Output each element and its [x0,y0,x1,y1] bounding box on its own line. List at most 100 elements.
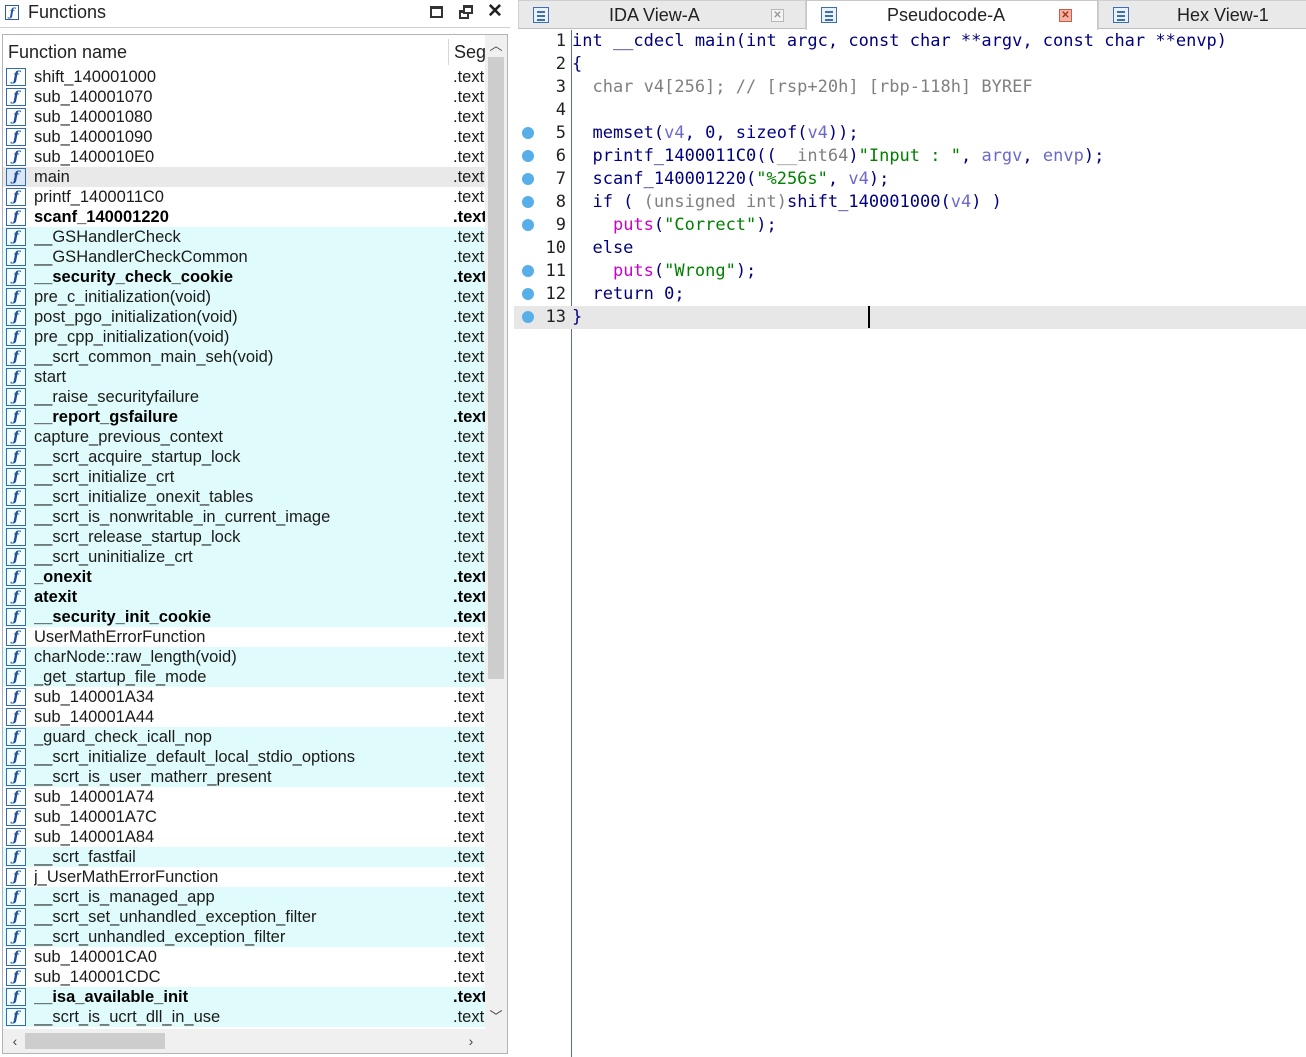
column-segment[interactable]: Seg [454,42,486,63]
function-row[interactable]: ƒ sub_140001A84 .text [3,827,485,847]
vertical-scroll-thumb[interactable] [488,57,504,679]
scroll-right-icon[interactable]: › [461,1031,481,1051]
function-row[interactable]: ƒ sub_140001080 .text [3,107,485,127]
code-token: else [572,238,634,258]
code-line[interactable]: 1 int __cdecl main(int argc, const char *… [514,30,1306,53]
tab-hex-view[interactable]: Hex View-1 [1098,0,1306,29]
breakpoint-dot-icon[interactable] [522,173,534,185]
function-row[interactable]: ƒ sub_140001A74 .text [3,787,485,807]
function-row[interactable]: ƒ __scrt_initialize_default_local_stdio_o… [3,747,485,767]
function-row[interactable]: ƒ pre_c_initialization(void) .text [3,287,485,307]
function-row[interactable]: ƒ __isa_available_init .text [3,987,485,1007]
scroll-up-icon[interactable]: ︿ [485,36,507,56]
function-row[interactable]: ƒ __security_init_cookie .text [3,607,485,627]
function-row[interactable]: ƒ sub_140001A44 .text [3,707,485,727]
function-row[interactable]: ƒ UserMathErrorFunction .text [3,627,485,647]
code-line[interactable]: 2{ [514,53,1306,76]
column-divider[interactable] [448,39,449,65]
function-row[interactable]: ƒ charNode::raw_length(void) .text [3,647,485,667]
code-line[interactable]: 10 else [514,237,1306,260]
code-line[interactable]: 3 char v4[256]; // [rsp+20h] [rbp-118h] … [514,76,1306,99]
function-row[interactable]: ƒ start .text [3,367,485,387]
close-tab-icon[interactable]: ✕ [771,9,784,22]
function-row[interactable]: ƒ __scrt_initialize_crt .text [3,467,485,487]
function-row[interactable]: ƒ __scrt_fastfail .text [3,847,485,867]
breakpoint-dot-icon[interactable] [522,288,534,300]
breakpoint-dot-icon[interactable] [522,311,534,323]
function-row[interactable]: ƒ _get_startup_file_mode .text [3,667,485,687]
function-row[interactable]: ƒ sub_140001A34 .text [3,687,485,707]
close-panel-button[interactable]: ✕ [486,2,504,22]
function-name: __security_check_cookie [34,268,234,286]
function-row[interactable]: ƒ __scrt_is_managed_app .text [3,887,485,907]
function-row[interactable]: ƒ __scrt_initialize_onexit_tables .text [3,487,485,507]
code-text: char v4[256]; // [rsp+20h] [rbp-118h] BY… [572,77,1032,97]
function-name: sub_140001A44 [34,708,155,726]
function-icon: ƒ [6,668,26,686]
function-row[interactable]: ƒ __GSHandlerCheck .text [3,227,485,247]
function-row[interactable]: ƒ scanf_140001220 .text [3,207,485,227]
function-row[interactable]: ƒ _onexit .text [3,567,485,587]
scroll-down-icon[interactable]: ﹀ [485,1007,507,1027]
function-row[interactable]: ƒ atexit .text [3,587,485,607]
maximize-button[interactable] [428,4,446,22]
function-icon: ƒ [6,308,26,326]
function-row[interactable]: ƒ post_pgo_initialization(void) .text [3,307,485,327]
function-row[interactable]: ƒ sub_140001090 .text [3,127,485,147]
function-row[interactable]: ƒ j_UserMathErrorFunction .text [3,867,485,887]
function-row[interactable]: ƒ capture_previous_context .text [3,427,485,447]
pseudocode-editor[interactable]: 1 int __cdecl main(int argc, const char *… [514,30,1306,1057]
functions-title-bar[interactable]: ƒ Functions ✕ [0,0,510,28]
function-row[interactable]: ƒ __scrt_release_startup_lock .text [3,527,485,547]
close-tab-icon[interactable]: ✕ [1059,9,1072,22]
function-row[interactable]: ƒ shift_140001000 .text [3,67,485,87]
scroll-left-icon[interactable]: ‹ [5,1031,25,1051]
code-line[interactable]: 5 memset(v4, 0, sizeof(v4)); [514,122,1306,145]
function-row[interactable]: ƒ __scrt_common_main_seh(void) .text [3,347,485,367]
horizontal-scroll-thumb[interactable] [25,1033,165,1049]
function-row[interactable]: ƒ sub_140001CA0 .text [3,947,485,967]
function-row[interactable]: ƒ printf_1400011C0 .text [3,187,485,207]
function-segment: .text [453,148,485,166]
vertical-scrollbar[interactable]: ︿ ﹀ [485,35,507,1029]
function-row[interactable]: ƒ pre_cpp_initialization(void) .text [3,327,485,347]
function-row[interactable]: ƒ __scrt_uninitialize_crt .text [3,547,485,567]
function-row[interactable]: ƒ __GSHandlerCheckCommon .text [3,247,485,267]
function-row[interactable]: ƒ __scrt_set_unhandled_exception_filter .t… [3,907,485,927]
tab-pseudocode[interactable]: Pseudocode-A ✕ [806,0,1098,30]
code-line[interactable]: 13} [514,306,1306,329]
function-row[interactable]: ƒ __raise_securityfailure .text [3,387,485,407]
code-line[interactable]: 6 printf_1400011C0((__int64)"Input : ", … [514,145,1306,168]
breakpoint-dot-icon[interactable] [522,219,534,231]
column-function-name[interactable]: Function name [8,42,127,63]
code-line[interactable]: 7 scanf_140001220("%256s", v4); [514,168,1306,191]
function-segment: .text [453,588,485,606]
horizontal-scrollbar[interactable]: ‹ › [3,1029,485,1053]
function-row[interactable]: ƒ main .text [3,167,485,187]
function-row[interactable]: ƒ __scrt_is_user_matherr_present .text [3,767,485,787]
function-row[interactable]: ƒ sub_1400010E0 .text [3,147,485,167]
function-row[interactable]: ƒ _guard_check_icall_nop .text [3,727,485,747]
function-row[interactable]: ƒ sub_140001A7C .text [3,807,485,827]
breakpoint-dot-icon[interactable] [522,150,534,162]
breakpoint-dot-icon[interactable] [522,196,534,208]
function-row[interactable]: ƒ sub_140001070 .text [3,87,485,107]
float-window-button[interactable] [458,4,476,22]
function-row[interactable]: ƒ __security_check_cookie .text [3,267,485,287]
code-line[interactable]: 9 puts("Correct"); [514,214,1306,237]
function-row[interactable]: ƒ __scrt_acquire_startup_lock .text [3,447,485,467]
function-row[interactable]: ƒ sub_140001CDC .text [3,967,485,987]
code-line[interactable]: 8 if ( (unsigned int)shift_140001000(v4)… [514,191,1306,214]
breakpoint-dot-icon[interactable] [522,127,534,139]
code-token: return 0; [572,284,685,304]
function-row[interactable]: ƒ __scrt_unhandled_exception_filter .text [3,927,485,947]
code-line[interactable]: 11 puts("Wrong"); [514,260,1306,283]
function-row[interactable]: ƒ __report_gsfailure .text [3,407,485,427]
function-row[interactable]: ƒ __scrt_is_ucrt_dll_in_use .text [3,1007,485,1027]
function-name: charNode::raw_length(void) [34,648,237,666]
function-row[interactable]: ƒ __scrt_is_nonwritable_in_current_image.… [3,507,485,527]
tab-ida-view[interactable]: IDA View-A ✕ [518,0,806,29]
code-line[interactable]: 12 return 0; [514,283,1306,306]
code-line[interactable]: 4 [514,99,1306,122]
breakpoint-dot-icon[interactable] [522,265,534,277]
